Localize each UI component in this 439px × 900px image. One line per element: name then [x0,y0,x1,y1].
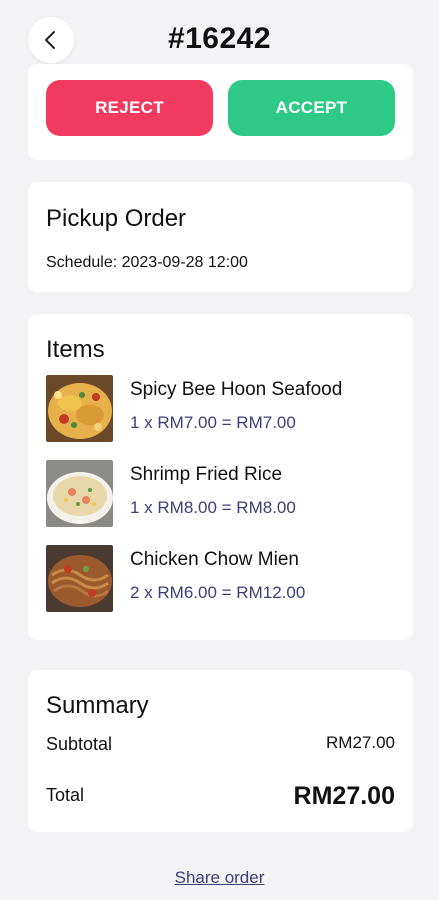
item-name: Shrimp Fried Rice [130,464,283,485]
item-price-line: 1 x RM7.00 = RM7.00 [130,413,296,432]
pickup-order-title: Pickup Order [46,205,187,232]
food-thumbnail-image [46,375,113,442]
total-label: Total [46,785,85,805]
order-number-title: #16242 [167,22,272,55]
item-price-line: 1 x RM8.00 = RM8.00 [130,498,296,517]
items-card: Items Spicy Bee Hoon Seafood 1 x RM7.00 … [28,314,413,640]
reject-button[interactable]: REJECT [46,80,213,136]
item-name: Spicy Bee Hoon Seafood [130,379,343,400]
list-item: Chicken Chow Mien 2 x RM6.00 = RM12.00 [46,545,406,615]
food-thumbnail-image [46,545,113,612]
accept-button[interactable]: ACCEPT [228,80,395,136]
list-item: Shrimp Fried Rice 1 x RM8.00 = RM8.00 [46,460,406,530]
items-title: Items [46,336,105,363]
summary-card: Summary Subtotal RM27.00 Total RM27.00 [28,670,413,832]
subtotal-label: Subtotal [46,734,113,754]
schedule-text: Schedule: 2023-09-28 12:00 [46,254,248,271]
list-item: Spicy Bee Hoon Seafood 1 x RM7.00 = RM7.… [46,375,406,445]
summary-title: Summary [46,692,149,719]
order-actions-card: REJECT ACCEPT [28,64,413,160]
subtotal-value: RM27.00 [326,733,395,752]
total-value: RM27.00 [293,782,395,810]
food-thumbnail-image [46,460,113,527]
item-name: Chicken Chow Mien [130,549,299,570]
item-price-line: 2 x RM6.00 = RM12.00 [130,583,306,602]
share-order-link[interactable]: Share order [0,868,439,888]
pickup-order-card: Pickup Order Schedule: 2023-09-28 12:00 [28,182,413,292]
